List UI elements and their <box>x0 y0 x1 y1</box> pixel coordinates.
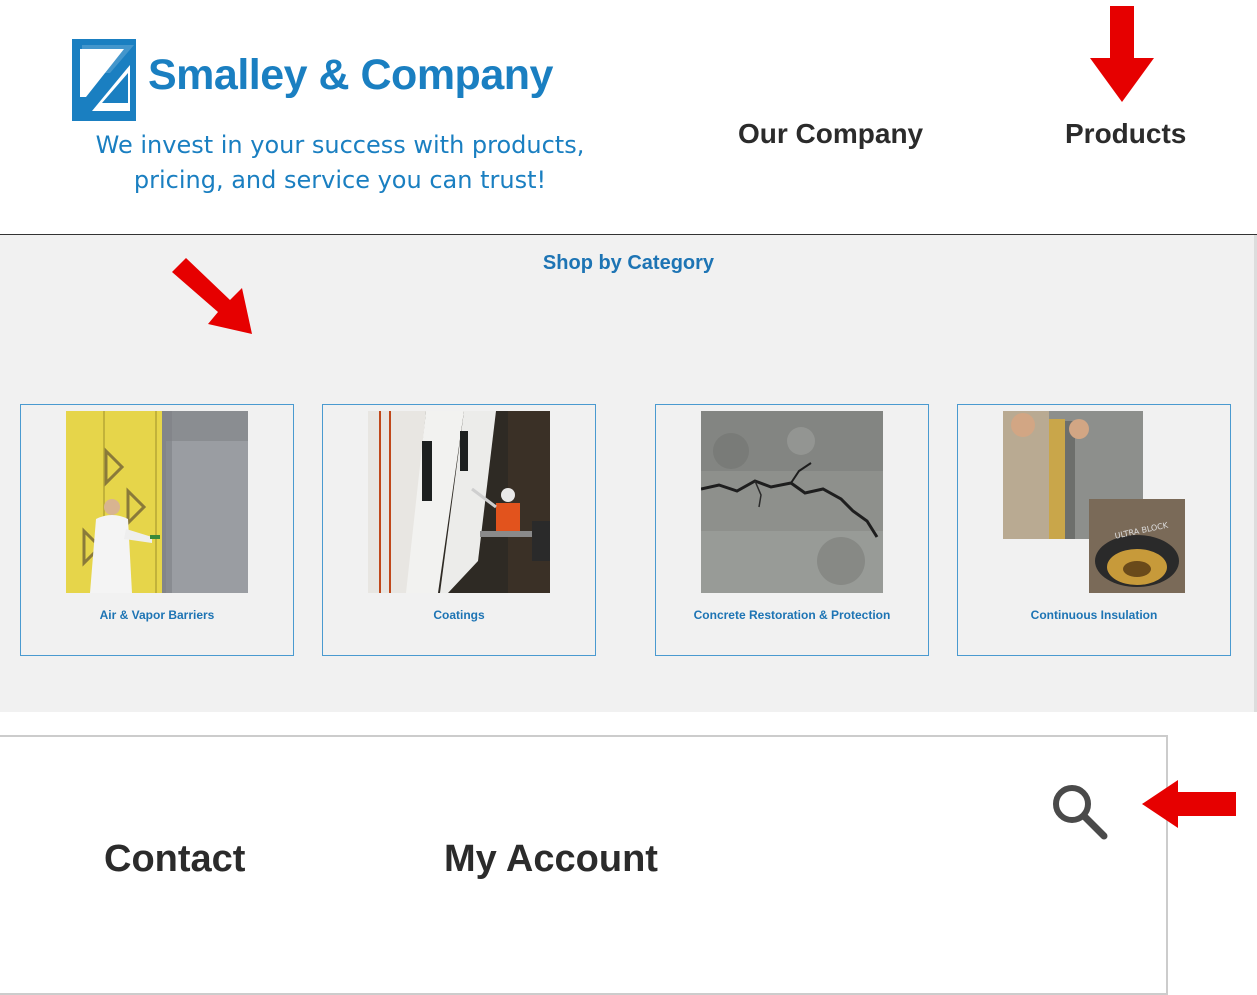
category-card-coatings[interactable]: Coatings <box>322 404 596 656</box>
search-icon[interactable] <box>1048 780 1110 842</box>
air-vapor-barrier-photo[interactable] <box>66 411 248 593</box>
insulation-photo[interactable]: ULTRA BLOCK <box>1003 411 1185 593</box>
tagline-line-1: We invest in your success with products, <box>95 131 585 159</box>
arrow-down-right-icon <box>172 258 252 334</box>
arrow-left-icon <box>1142 780 1236 828</box>
nav-our-company[interactable]: Our Company <box>738 118 923 150</box>
category-label[interactable]: Continuous Insulation <box>958 608 1230 622</box>
brand-tagline: We invest in your success with products,… <box>60 128 620 198</box>
category-card-air-vapor-barriers[interactable]: Air & Vapor Barriers <box>20 404 294 656</box>
coatings-photo[interactable] <box>368 411 550 593</box>
logo-icon[interactable] <box>72 39 136 121</box>
category-card-concrete-restoration[interactable]: Concrete Restoration & Protection <box>655 404 929 656</box>
site-header: Smalley & Company We invest in your succ… <box>0 0 1257 234</box>
arrow-down-icon <box>1090 6 1154 102</box>
category-label[interactable]: Coatings <box>323 608 595 622</box>
category-card-continuous-insulation[interactable]: ULTRA BLOCK Continuous Insulation <box>957 404 1231 656</box>
category-label[interactable]: Concrete Restoration & Protection <box>656 608 928 622</box>
category-label[interactable]: Air & Vapor Barriers <box>21 608 293 622</box>
brand-name[interactable]: Smalley & Company <box>148 51 553 100</box>
menu-contact[interactable]: Contact <box>104 838 245 881</box>
tagline-line-2: pricing, and service you can trust! <box>133 166 547 194</box>
menu-my-account[interactable]: My Account <box>444 838 658 881</box>
cracked-concrete-photo[interactable] <box>701 411 883 593</box>
nav-products[interactable]: Products <box>1065 118 1186 150</box>
